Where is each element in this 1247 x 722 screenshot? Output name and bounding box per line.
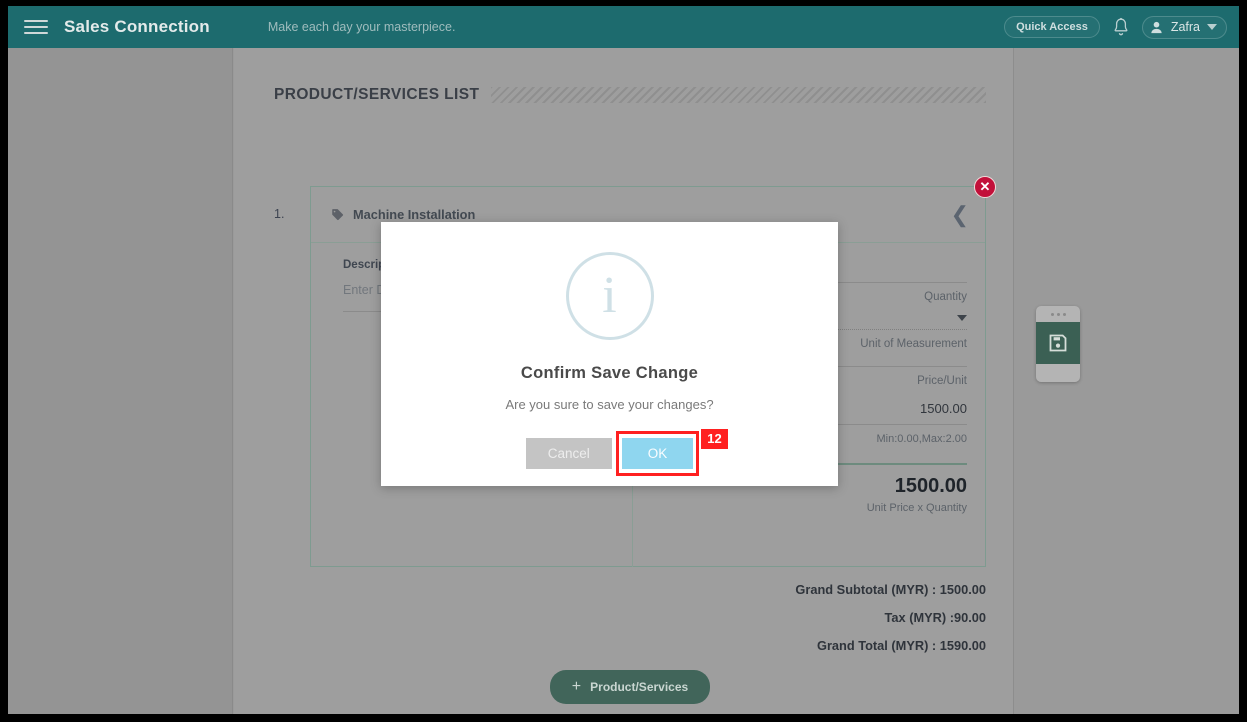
floppy-save-icon[interactable] bbox=[1036, 322, 1080, 364]
add-button-row: + Product/Services bbox=[274, 670, 986, 704]
drag-dots-icon[interactable] bbox=[1036, 306, 1080, 322]
plus-icon: + bbox=[571, 678, 582, 695]
totals-block: Grand Subtotal (MYR) : 1500.00 Tax (MYR)… bbox=[274, 582, 986, 666]
info-icon: i bbox=[565, 252, 654, 340]
product-card-title: Machine Installation bbox=[353, 207, 476, 222]
header-tagline: Make each day your masterpiece. bbox=[267, 20, 456, 34]
dialog-title: Confirm Save Change bbox=[520, 364, 699, 382]
item-index: 1. bbox=[274, 207, 285, 221]
line-total-caption: Unit Price x Quantity bbox=[866, 502, 967, 514]
tag-icon bbox=[331, 208, 344, 221]
quick-access-button[interactable]: Quick Access bbox=[1004, 16, 1100, 38]
cancel-button[interactable]: Cancel bbox=[525, 438, 612, 469]
hatched-divider bbox=[491, 87, 986, 103]
chevron-down-icon bbox=[957, 315, 967, 321]
confirm-save-dialog: i Confirm Save Change Are you sure to sa… bbox=[381, 222, 838, 486]
add-product-services-button[interactable]: + Product/Services bbox=[549, 670, 711, 704]
chevron-down-icon bbox=[1207, 24, 1217, 30]
close-icon[interactable]: ✕ bbox=[974, 176, 996, 198]
page-title: PRODUCT/SERVICES LIST bbox=[274, 86, 480, 103]
bell-icon[interactable] bbox=[1112, 17, 1130, 37]
hamburger-icon[interactable] bbox=[16, 16, 56, 38]
app-screenshot: Sales Connection Make each day your mast… bbox=[0, 0, 1247, 722]
dialog-buttons: Cancel OK 12 bbox=[381, 429, 838, 476]
user-menu[interactable]: Zafra bbox=[1141, 15, 1227, 39]
app-title: Sales Connection bbox=[64, 17, 210, 36]
user-icon bbox=[1151, 21, 1162, 33]
info-glyph: i bbox=[602, 267, 617, 324]
step-badge: 12 bbox=[701, 429, 728, 450]
dialog-message: Are you sure to save your changes? bbox=[505, 397, 714, 412]
section-header: PRODUCT/SERVICES LIST bbox=[274, 86, 986, 104]
tax-total: Tax (MYR) :90.00 bbox=[884, 610, 986, 625]
chevron-left-icon[interactable]: ❮ bbox=[951, 203, 969, 226]
grand-subtotal: Grand Subtotal (MYR) : 1500.00 bbox=[795, 582, 986, 597]
top-header-bar: Sales Connection Make each day your mast… bbox=[8, 6, 1239, 48]
ok-button[interactable]: OK bbox=[621, 438, 694, 469]
floating-save-widget[interactable] bbox=[1036, 306, 1080, 382]
left-sidebar bbox=[8, 48, 233, 714]
ok-button-slot: OK 12 bbox=[615, 429, 728, 476]
add-product-services-label: Product/Services bbox=[590, 680, 689, 694]
user-name: Zafra bbox=[1170, 20, 1200, 34]
grand-total: Grand Total (MYR) : 1590.00 bbox=[816, 638, 986, 653]
header-right-group: Quick Access Zafra bbox=[1004, 15, 1227, 39]
